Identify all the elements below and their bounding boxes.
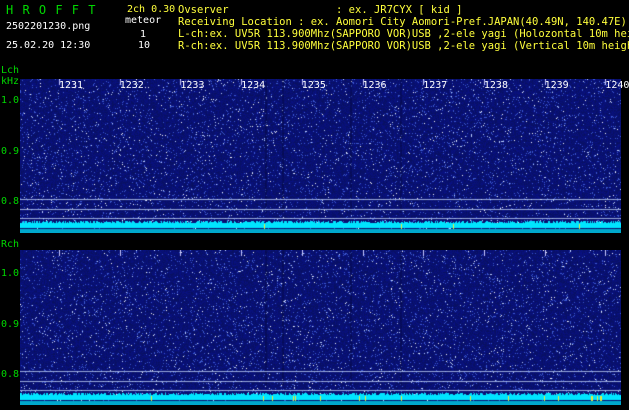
lch-channel-label: Lch [1,65,20,76]
meteor-lch-count: 1 [140,29,147,40]
rch-y-label-1-0: 1.0 [1,268,20,279]
lch-y-label-0-8: 0.8 [1,196,20,207]
time-label-1232: 1232 [119,80,144,91]
rch-info-line: R-ch:ex. UV5R 113.900Mhz(SAPPORO VOR)USB… [178,40,629,52]
time-label-1239: 1239 [544,80,569,91]
datetime: 25.02.20 12:30 [6,40,91,51]
mode-label: 2ch 0.30 [127,4,176,15]
rch-channel-label: Rch [1,239,20,250]
time-label-1231: 1231 [59,80,84,91]
time-label-1237: 1237 [423,80,448,91]
time-label-1240: 1240 [605,80,629,91]
meteor-rch-count: 10 [138,40,151,51]
app-title: H R O F F T [6,3,97,17]
rch-y-label-0-9: 0.9 [1,319,20,330]
location-line: Receiving Location : ex. Aomori City Aom… [178,16,627,28]
rch-y-label-0-8: 0.8 [1,369,20,380]
filename: 2502201230.png [6,21,91,32]
lch-spectrogram [20,79,621,233]
meteor-label: meteor [125,15,162,26]
rch-spectrogram [20,250,621,405]
time-label-1235: 1235 [301,80,326,91]
lch-info-line: L-ch:ex. UV5R 113.900Mhz(SAPPORO VOR)USB… [178,28,629,40]
observer-line: Ovserver : ex. JR7CYX [ kid ] [178,4,463,16]
time-label-1233: 1233 [180,80,205,91]
lch-y-label-0-9: 0.9 [1,146,20,157]
lch-unit-label: kHz [1,76,20,87]
time-label-1236: 1236 [362,80,387,91]
time-label-1234: 1234 [241,80,266,91]
lch-y-label-1-0: 1.0 [1,95,20,106]
time-label-1238: 1238 [483,80,508,91]
